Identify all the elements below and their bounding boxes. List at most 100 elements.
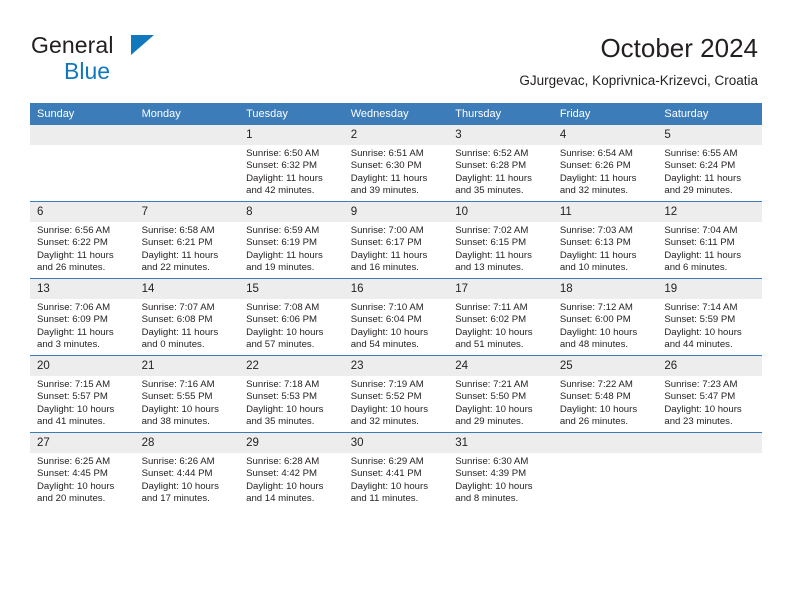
calendar-week-row: 1 Sunrise: 6:50 AM Sunset: 6:32 PM Daylight… [30, 125, 762, 202]
sunrise-text: Sunrise: 6:29 AM [350, 456, 424, 467]
day-number: 11 [552, 202, 658, 222]
calendar-day-cell[interactable]: 7 Sunrise: 6:58 AM Sunset: 6:21 PM Daylight… [134, 201, 240, 279]
calendar-day-cell[interactable]: 26 Sunrise: 7:23 AM Sunset: 5:47 PM Dayligh… [657, 355, 762, 433]
daylight-text: Daylight: 10 hours and 26 minutes. [559, 403, 638, 428]
calendar-day-cell[interactable]: 27 Sunrise: 6:25 AM Sunset: 4:45 PM Dayligh… [30, 432, 135, 509]
calendar-day-cell[interactable]: 3 Sunrise: 6:52 AM Sunset: 6:28 PM Daylight… [448, 125, 553, 202]
calendar-day-cell[interactable]: 15 Sunrise: 7:08 AM Sunset: 6:06 PM Dayligh… [239, 278, 344, 356]
day-number: 20 [30, 356, 135, 376]
daylight-text: Daylight: 10 hours and 44 minutes. [664, 326, 742, 351]
day-number: 17 [448, 279, 553, 299]
sun-info: Sunrise: 7:04 AM Sunset: 6:11 PM Daylight:… [657, 222, 762, 275]
sunset-text: Sunset: 6:04 PM [350, 314, 422, 326]
sunset-text: Sunset: 5:48 PM [559, 391, 631, 403]
calendar-day-cell[interactable]: 17 Sunrise: 7:11 AM Sunset: 6:02 PM Dayligh… [448, 278, 553, 356]
sunrise-text: Sunrise: 6:59 AM [246, 225, 320, 236]
sunrise-text: Sunrise: 6:56 AM [37, 225, 111, 236]
weekday-header-monday: Monday [134, 103, 240, 125]
day-cell-inner: 6 Sunrise: 6:56 AM Sunset: 6:22 PM Daylight… [30, 202, 135, 278]
calendar-day-cell[interactable]: 21 Sunrise: 7:16 AM Sunset: 5:55 PM Dayligh… [134, 355, 240, 433]
calendar-day-cell[interactable]: 13 Sunrise: 7:06 AM Sunset: 6:09 PM Dayligh… [30, 278, 135, 356]
sunrise-text: Sunrise: 6:26 AM [141, 456, 215, 467]
sunset-text: Sunset: 5:59 PM [664, 314, 736, 326]
page-header: General Blue October 2024 GJurgevac, Kop… [0, 0, 792, 100]
calendar-day-cell[interactable]: 28 Sunrise: 6:26 AM Sunset: 4:44 PM Dayligh… [134, 432, 240, 509]
logo-text-blue: Blue [64, 58, 111, 84]
calendar-day-cell[interactable]: 30 Sunrise: 6:29 AM Sunset: 4:41 PM Dayligh… [343, 432, 449, 509]
day-number: 14 [134, 279, 240, 299]
calendar-day-cell[interactable]: 4 Sunrise: 6:54 AM Sunset: 6:26 PM Daylight… [552, 125, 658, 202]
sunset-text: Sunset: 4:45 PM [37, 468, 108, 480]
sun-info: Sunrise: 6:26 AM Sunset: 4:44 PM Daylight:… [135, 453, 240, 506]
weekday-header-thursday: Thursday [448, 103, 553, 125]
calendar-day-cell[interactable]: 5 Sunrise: 6:55 AM Sunset: 6:24 PM Daylight… [657, 125, 762, 202]
day-number: 2 [343, 125, 449, 145]
day-cell-inner: 22 Sunrise: 7:18 AM Sunset: 5:53 PM Dayligh… [239, 356, 344, 432]
calendar-day-cell[interactable]: 22 Sunrise: 7:18 AM Sunset: 5:53 PM Dayligh… [239, 355, 344, 433]
sunset-text: Sunset: 6:28 PM [455, 160, 527, 172]
sunset-text: Sunset: 6:32 PM [246, 160, 318, 172]
day-cell-inner: 28 Sunrise: 6:26 AM Sunset: 4:44 PM Dayligh… [134, 433, 240, 509]
calendar-day-cell[interactable]: 2 Sunrise: 6:51 AM Sunset: 6:30 PM Daylight… [343, 125, 449, 202]
day-cell-inner: 31 Sunrise: 6:30 AM Sunset: 4:39 PM Dayligh… [448, 433, 553, 509]
calendar-day-cell[interactable]: 14 Sunrise: 7:07 AM Sunset: 6:08 PM Dayligh… [134, 278, 240, 356]
calendar-day-cell[interactable]: 20 Sunrise: 7:15 AM Sunset: 5:57 PM Dayligh… [30, 355, 135, 433]
day-cell-inner [552, 433, 658, 509]
calendar-day-cell[interactable]: 19 Sunrise: 7:14 AM Sunset: 5:59 PM Dayligh… [657, 278, 762, 356]
day-number: 15 [239, 279, 344, 299]
sunrise-text: Sunrise: 6:25 AM [37, 456, 111, 467]
day-cell-inner: 25 Sunrise: 7:22 AM Sunset: 5:48 PM Dayligh… [552, 356, 658, 432]
day-cell-inner [30, 125, 135, 201]
daylight-text: Daylight: 10 hours and 29 minutes. [455, 403, 533, 428]
day-cell-inner [134, 125, 240, 201]
day-number: 13 [30, 279, 135, 299]
calendar-day-cell[interactable]: 8 Sunrise: 6:59 AM Sunset: 6:19 PM Daylight… [239, 201, 344, 279]
calendar-day-cell[interactable]: 11 Sunrise: 7:03 AM Sunset: 6:13 PM Dayligh… [552, 201, 658, 279]
calendar-day-cell[interactable]: 12 Sunrise: 7:04 AM Sunset: 6:11 PM Dayligh… [657, 201, 762, 279]
generalblue-logo: General Blue [31, 34, 211, 84]
sun-info: Sunrise: 7:00 AM Sunset: 6:17 PM Daylight:… [344, 222, 449, 275]
day-number: 7 [134, 202, 240, 222]
daylight-text: Daylight: 11 hours and 22 minutes. [141, 249, 219, 274]
calendar-week-row: 13 Sunrise: 7:06 AM Sunset: 6:09 PM Dayligh… [30, 278, 762, 356]
calendar-day-cell[interactable]: 9 Sunrise: 7:00 AM Sunset: 6:17 PM Daylight… [343, 201, 449, 279]
sunrise-text: Sunrise: 7:15 AM [37, 379, 111, 390]
daylight-text: Daylight: 11 hours and 26 minutes. [37, 249, 114, 274]
calendar-day-cell[interactable]: 6 Sunrise: 6:56 AM Sunset: 6:22 PM Daylight… [30, 201, 135, 279]
daylight-text: Daylight: 10 hours and 54 minutes. [350, 326, 429, 351]
calendar-day-cell[interactable]: 29 Sunrise: 6:28 AM Sunset: 4:42 PM Dayligh… [239, 432, 344, 509]
calendar-day-cell[interactable]: 24 Sunrise: 7:21 AM Sunset: 5:50 PM Dayligh… [448, 355, 553, 433]
calendar-day-cell[interactable]: 10 Sunrise: 7:02 AM Sunset: 6:15 PM Dayligh… [448, 201, 553, 279]
sun-info: Sunrise: 7:07 AM Sunset: 6:08 PM Daylight:… [135, 299, 240, 352]
day-number: 19 [657, 279, 762, 299]
day-cell-inner: 1 Sunrise: 6:50 AM Sunset: 6:32 PM Daylight… [239, 125, 344, 201]
sunrise-text: Sunrise: 7:12 AM [559, 302, 633, 313]
title-block: October 2024 GJurgevac, Koprivnica-Krize… [519, 31, 758, 91]
sunrise-text: Sunrise: 7:07 AM [141, 302, 215, 313]
day-cell-inner: 17 Sunrise: 7:11 AM Sunset: 6:02 PM Dayligh… [448, 279, 553, 355]
calendar-day-cell[interactable]: 1 Sunrise: 6:50 AM Sunset: 6:32 PM Daylight… [239, 125, 344, 202]
weekday-header-tuesday: Tuesday [239, 103, 344, 125]
sun-info: Sunrise: 6:54 AM Sunset: 6:26 PM Daylight:… [553, 145, 658, 198]
day-number: 21 [134, 356, 240, 376]
day-number [552, 433, 658, 453]
daylight-text: Daylight: 11 hours and 16 minutes. [350, 249, 428, 274]
day-number: 8 [239, 202, 344, 222]
day-number: 23 [343, 356, 449, 376]
day-cell-inner: 13 Sunrise: 7:06 AM Sunset: 6:09 PM Dayligh… [30, 279, 135, 355]
daylight-text: Daylight: 11 hours and 0 minutes. [141, 326, 219, 351]
day-number: 28 [134, 433, 240, 453]
calendar-day-cell[interactable]: 18 Sunrise: 7:12 AM Sunset: 6:00 PM Dayligh… [552, 278, 658, 356]
calendar-day-cell[interactable]: 23 Sunrise: 7:19 AM Sunset: 5:52 PM Dayligh… [343, 355, 449, 433]
sunrise-text: Sunrise: 7:22 AM [559, 379, 633, 390]
calendar-day-cell[interactable]: 16 Sunrise: 7:10 AM Sunset: 6:04 PM Dayligh… [343, 278, 449, 356]
sunrise-text: Sunrise: 6:50 AM [246, 148, 320, 159]
sunset-text: Sunset: 6:17 PM [350, 237, 422, 249]
sunset-text: Sunset: 6:09 PM [37, 314, 108, 326]
calendar-day-cell[interactable]: 31 Sunrise: 6:30 AM Sunset: 4:39 PM Dayligh… [448, 432, 553, 509]
sunset-text: Sunset: 4:41 PM [350, 468, 422, 480]
day-number: 6 [30, 202, 135, 222]
logo-text-general: General [31, 32, 114, 58]
daylight-text: Daylight: 10 hours and 35 minutes. [246, 403, 324, 428]
calendar-day-cell[interactable]: 25 Sunrise: 7:22 AM Sunset: 5:48 PM Dayligh… [552, 355, 658, 433]
